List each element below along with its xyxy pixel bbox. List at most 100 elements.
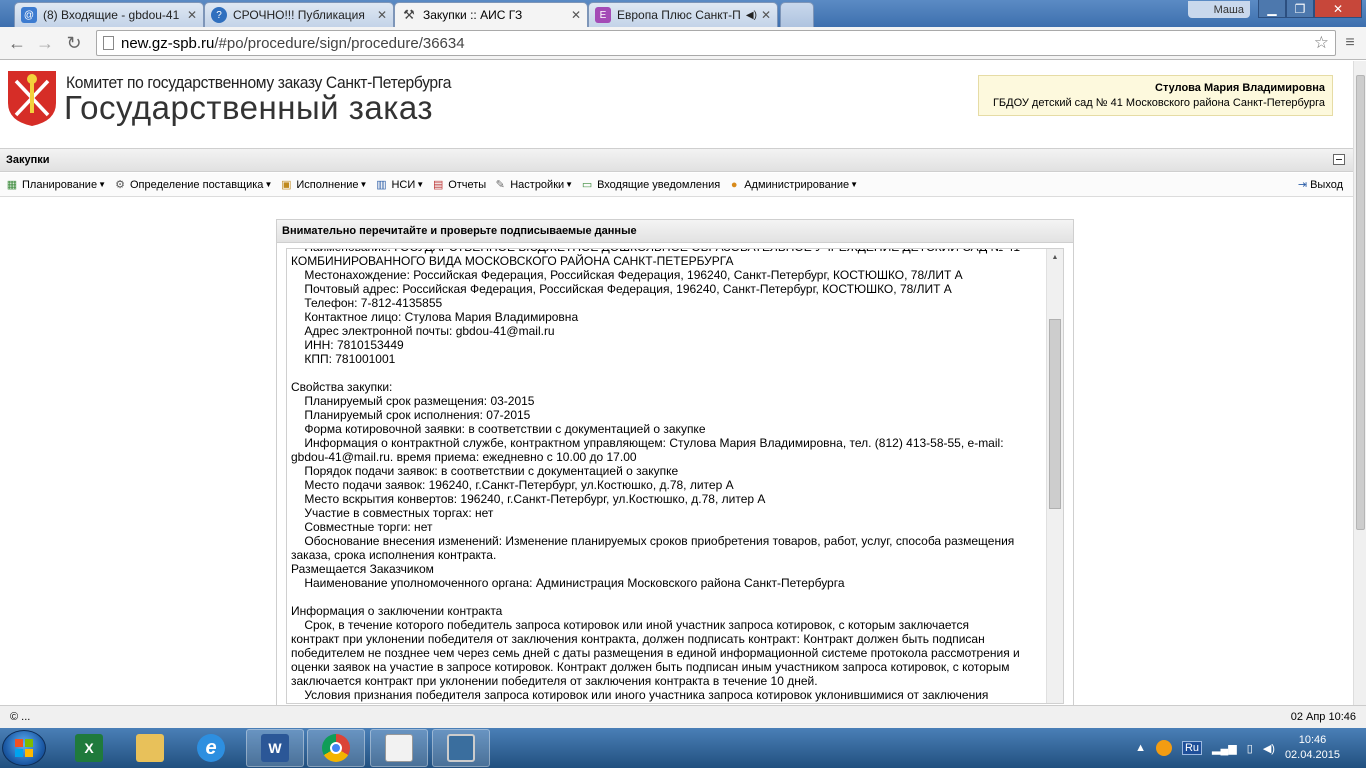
url-input[interactable]: new.gz-spb.ru/#po/procedure/sign/procedu… xyxy=(96,30,1336,56)
menu-notifications[interactable]: ▭ Входящие уведомления xyxy=(580,178,720,192)
document-line: КПП: 781001001 xyxy=(291,352,396,366)
scroll-up-icon[interactable]: ▲ xyxy=(1047,249,1063,265)
address-toolbar: ← → ↻ new.gz-spb.ru/#po/procedure/sign/p… xyxy=(0,27,1366,60)
close-icon[interactable]: ✕ xyxy=(571,8,581,22)
document-line: Порядок подачи заявок: в соответствии с … xyxy=(291,464,679,478)
execution-icon: ▣ xyxy=(281,179,292,191)
menu-execution[interactable]: ▣ Исполнение ▼ xyxy=(279,178,367,192)
document-line: Контактное лицо: Стулова Мария Владимиро… xyxy=(291,310,579,324)
ie-icon: e xyxy=(197,734,225,762)
close-icon[interactable]: ✕ xyxy=(377,8,387,22)
user-icon: ● xyxy=(730,178,738,191)
inbox-icon: ▭ xyxy=(581,179,593,191)
menu-nsi[interactable]: ▥ НСИ ▼ xyxy=(374,178,424,192)
tools-icon: ⚒ xyxy=(403,7,415,22)
site-header: Комитет по государственному заказу Санкт… xyxy=(0,61,1353,145)
speaker-icon: ◀) xyxy=(745,9,757,21)
document-line: Срок, в течение которого победитель запр… xyxy=(291,618,970,632)
dropdown-arrow-icon: ▼ xyxy=(565,180,574,189)
document-icon xyxy=(385,734,413,762)
wrench-icon: ✎ xyxy=(495,179,505,191)
close-icon[interactable]: ✕ xyxy=(187,8,197,22)
tab-zakupki[interactable]: ⚒ Закупки :: АИС ГЗ ✕ xyxy=(394,2,588,27)
help-icon: ? xyxy=(211,7,227,23)
document-viewer[interactable]: Наименование: ГОСУДАРСТВЕННОЕ БЮДЖЕТНОЕ … xyxy=(286,248,1064,704)
word-icon: W xyxy=(261,734,289,762)
start-button[interactable] xyxy=(2,730,46,766)
book-icon: ▥ xyxy=(376,179,387,191)
document-line: Обоснование внесения изменений: Изменени… xyxy=(291,534,1015,548)
menu-settings[interactable]: ✎ Настройки ▼ xyxy=(493,178,573,192)
language-indicator[interactable]: Ru xyxy=(1181,741,1203,755)
page-icon xyxy=(103,36,114,50)
minimize-button[interactable]: ▁ xyxy=(1258,0,1286,18)
reload-button[interactable]: ↻ xyxy=(63,32,85,54)
menu-reports[interactable]: ▤ Отчеты xyxy=(431,178,486,192)
exit-icon: ⇥ xyxy=(1297,179,1308,191)
dropdown-arrow-icon: ▼ xyxy=(850,180,859,189)
taskbar-document[interactable] xyxy=(370,729,428,767)
restore-button[interactable]: ❐ xyxy=(1286,0,1314,18)
taskbar-word[interactable]: W xyxy=(246,729,304,767)
document-line: ИНН: 7810153449 xyxy=(291,338,404,352)
document-line: Место вскрытия конвертов: 196240, г.Санк… xyxy=(291,492,766,506)
clock[interactable]: 10:46 02.04.2015 xyxy=(1285,733,1340,763)
exit-button[interactable]: ⇥ Выход xyxy=(1297,178,1343,192)
windows-logo-icon xyxy=(15,739,33,757)
profile-button[interactable]: Маша xyxy=(1188,1,1250,18)
window-icon xyxy=(447,734,475,762)
taskbar-explorer[interactable] xyxy=(121,729,179,767)
panel-title: Закупки xyxy=(6,154,50,166)
close-icon[interactable]: ✕ xyxy=(761,8,771,22)
network-icon[interactable]: ▂▄▆ xyxy=(1212,742,1237,755)
copyright-text: © ... xyxy=(10,711,31,723)
tab-europa[interactable]: E Европа Плюс Санкт-П ◀) ✕ xyxy=(588,2,778,27)
page-scrollbar[interactable] xyxy=(1353,61,1366,705)
star-icon[interactable]: ☆ xyxy=(1314,33,1329,53)
page-scroll-thumb[interactable] xyxy=(1356,75,1365,530)
close-window-button[interactable]: ✕ xyxy=(1314,0,1362,18)
document-line: контракт при уклонении победителя от зак… xyxy=(291,632,985,646)
document-line: Место подачи заявок: 196240, г.Санкт-Пет… xyxy=(291,478,734,492)
document-line: Телефон: 7-812-4135855 xyxy=(291,296,443,310)
document-scrollbar[interactable]: ▲ xyxy=(1046,249,1063,703)
document-text: Наименование: ГОСУДАРСТВЕННОЕ БЮДЖЕТНОЕ … xyxy=(291,249,1039,702)
document-line: Форма котировочной заявки: в соответстви… xyxy=(291,422,706,436)
menu-icon[interactable]: ≡ xyxy=(1339,32,1361,54)
power-icon[interactable]: ▯ xyxy=(1247,742,1253,755)
taskbar-chrome[interactable] xyxy=(307,729,365,767)
taskbar: X e W ▲ Ru ▂▄▆ ▯ ◀) 10:46 02.04.2015 xyxy=(0,728,1366,768)
menu-admin[interactable]: ● Администрирование ▼ xyxy=(727,178,858,192)
collapse-button[interactable] xyxy=(1333,154,1345,165)
menu-supplier[interactable]: ⚙ Определение поставщика ▼ xyxy=(113,178,272,192)
document-line: Информация о заключении контракта xyxy=(291,604,503,618)
document-line: Наименование уполномоченного органа: Адм… xyxy=(291,576,845,590)
document-line: gbdou-41@mail.ru. время приема: ежедневн… xyxy=(291,450,637,464)
tray-app-icon[interactable] xyxy=(1155,740,1172,756)
back-button[interactable]: ← xyxy=(6,32,28,54)
user-name: Стулова Мария Владимировна xyxy=(1155,82,1325,94)
status-datetime: 02 Апр 10:46 xyxy=(1290,711,1356,723)
dropdown-arrow-icon: ▼ xyxy=(416,180,425,189)
report-icon: ▤ xyxy=(432,179,444,191)
tab-inbox[interactable]: @ (8) Входящие - gbdou-41 ✕ xyxy=(14,2,204,27)
taskbar-excel[interactable]: X xyxy=(60,729,118,767)
dropdown-arrow-icon: ▼ xyxy=(98,180,106,189)
document-line: Размещается Заказчиком xyxy=(291,562,434,576)
taskbar-ie[interactable]: e xyxy=(182,729,240,767)
dropdown-arrow-icon: ▼ xyxy=(359,180,368,189)
new-tab-button[interactable] xyxy=(780,2,814,27)
scroll-thumb[interactable] xyxy=(1049,319,1061,509)
taskbar-window[interactable] xyxy=(432,729,490,767)
mail-icon: @ xyxy=(21,7,37,23)
document-line: Условия признания победителя запроса кот… xyxy=(291,688,989,702)
document-line: Адрес электронной почты: gbdou-41@mail.r… xyxy=(291,324,555,338)
forward-button[interactable]: → xyxy=(34,32,56,54)
volume-icon[interactable]: ◀) xyxy=(1263,742,1275,755)
menu-planning[interactable]: ▦ Планирование ▼ xyxy=(5,178,106,192)
tab-urgent[interactable]: ? СРОЧНО!!! Публикация ✕ xyxy=(204,2,394,27)
document-line: заказа, срока исполнения контракта. xyxy=(291,548,497,562)
tray-expand-icon[interactable]: ▲ xyxy=(1135,742,1146,754)
